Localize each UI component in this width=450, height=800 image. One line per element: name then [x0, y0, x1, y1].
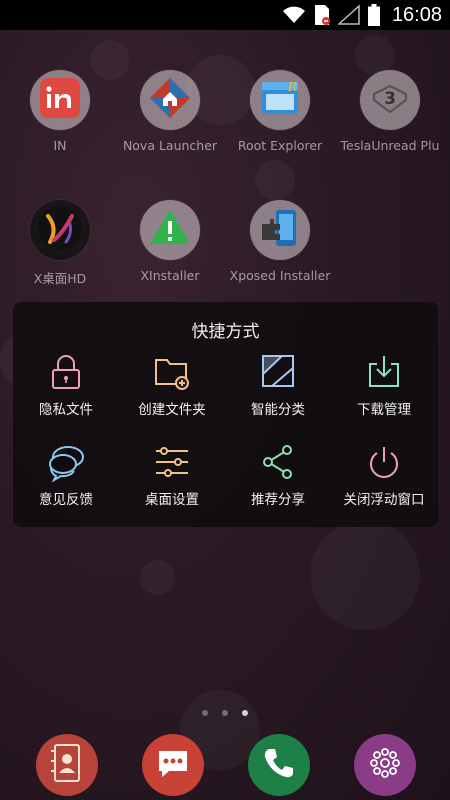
app-label: Root Explorer: [237, 138, 323, 153]
page-indicator: [0, 710, 450, 716]
app-drawer-icon: [365, 743, 405, 787]
shortcut-label: 智能分类: [251, 402, 305, 418]
status-bar: 16:08: [0, 0, 450, 30]
app-xposed-installer[interactable]: Xposed Installer: [225, 200, 335, 283]
contacts-icon: [45, 741, 89, 789]
shortcut-label: 关闭浮动窗口: [343, 492, 425, 508]
app-label: XInstaller: [140, 268, 200, 283]
app-label: X桌面HD: [33, 271, 87, 286]
panel-title: 快捷方式: [191, 322, 260, 342]
app-xinstaller[interactable]: XInstaller: [115, 200, 225, 283]
app-in[interactable]: IN: [5, 70, 115, 153]
phone-icon: [261, 745, 297, 785]
app-label: IN: [53, 138, 67, 153]
battery-icon: [367, 4, 380, 26]
shortcut-label: 创建文件夹: [138, 402, 206, 418]
smart-category-icon: [258, 352, 298, 392]
dock-contacts[interactable]: [36, 734, 98, 796]
shortcut-feedback[interactable]: 意见反馈: [13, 442, 119, 508]
dock-app-drawer[interactable]: [354, 734, 416, 796]
in-app-icon: [38, 76, 82, 124]
app-label: TeslaUnread Plu: [340, 138, 440, 153]
page-dot-current[interactable]: [242, 710, 248, 716]
app-x-desktop[interactable]: X桌面HD: [5, 200, 115, 287]
shortcut-label: 下载管理: [357, 402, 411, 418]
page-dot[interactable]: [222, 710, 228, 716]
unread-badge: 3: [384, 89, 396, 109]
settings-sliders-icon: [152, 442, 192, 482]
clock: 16:08: [391, 3, 442, 26]
dock-messages[interactable]: [142, 734, 204, 796]
tesla-unread-icon: 3: [368, 78, 412, 122]
shortcut-private-files[interactable]: 隐私文件: [13, 352, 119, 418]
app-tesla-unread[interactable]: 3 TeslaUnread Plu: [335, 70, 445, 153]
signal-icon: [337, 4, 360, 26]
shortcut-label: 推荐分享: [251, 492, 305, 508]
shortcut-close-floating-window[interactable]: 关闭浮动窗口: [331, 442, 437, 508]
shortcut-create-folder[interactable]: 创建文件夹: [119, 352, 225, 418]
shortcut-recommend-share[interactable]: 推荐分享: [225, 442, 331, 508]
share-icon: [258, 442, 298, 482]
root-explorer-icon: R: [258, 76, 302, 124]
power-icon: [364, 442, 404, 482]
app-root-explorer[interactable]: R Root Explorer: [225, 70, 335, 153]
shortcut-label: 桌面设置: [145, 492, 199, 508]
shortcut-smart-category[interactable]: 智能分类: [225, 352, 331, 418]
new-folder-icon: [152, 352, 192, 392]
shortcut-desktop-settings[interactable]: 桌面设置: [119, 442, 225, 508]
svg-text:R: R: [287, 80, 297, 94]
dock-phone[interactable]: [248, 734, 310, 796]
lock-icon: [46, 352, 86, 392]
shortcut-download-manager[interactable]: 下载管理: [331, 352, 437, 418]
shortcut-panel: 快捷方式 隐私文件 创建文件夹 智能分类 下载管理 意见反馈 桌面设置 推荐分享…: [13, 302, 438, 527]
feedback-icon: [46, 442, 86, 483]
x-desktop-icon: [36, 204, 84, 256]
app-label: Nova Launcher: [122, 138, 218, 153]
shortcut-label: 意见反馈: [39, 492, 93, 508]
wifi-icon: [282, 4, 306, 26]
app-nova-launcher[interactable]: Nova Launcher: [115, 70, 225, 153]
page-dot[interactable]: [202, 710, 208, 716]
messages-icon: [153, 743, 193, 787]
shortcut-label: 隐私文件: [39, 402, 93, 418]
download-icon: [364, 352, 404, 392]
app-label: Xposed Installer: [229, 268, 331, 283]
xinstaller-icon: [148, 206, 192, 254]
nova-launcher-icon: [148, 76, 192, 124]
xposed-installer-icon: [258, 206, 302, 254]
sim-card-icon: [314, 4, 330, 26]
